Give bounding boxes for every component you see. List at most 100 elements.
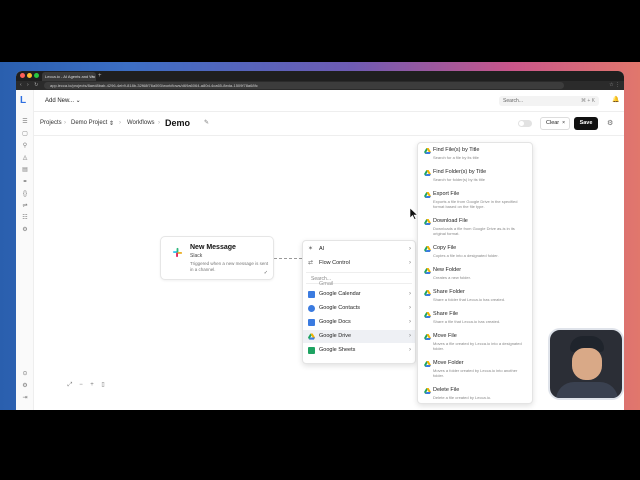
sidebar-settings-icon[interactable]: ⚙ bbox=[21, 226, 29, 234]
action-share-folder[interactable]: Share Folder Share a folder that Lecca.i… bbox=[418, 288, 532, 310]
action-description: Search for a file by its title bbox=[433, 155, 479, 160]
action-delete-file[interactable]: Delete File Delete a file created by Lec… bbox=[418, 386, 532, 403]
trigger-node[interactable]: New Message Slack Triggered when a new m… bbox=[160, 236, 274, 280]
workflow-active-toggle[interactable] bbox=[518, 120, 532, 127]
lock-icon[interactable]: ▯ bbox=[99, 381, 107, 389]
sidebar-workflows-icon[interactable]: ⇌ bbox=[21, 202, 29, 210]
browser-address-bar: ‹ › ↻ app.lecca.io/projects/8aed8bab-429… bbox=[16, 81, 624, 90]
action-move-file[interactable]: Move File Moves a file created by Lecca.… bbox=[418, 332, 532, 358]
gear-icon[interactable]: ⚙ bbox=[607, 119, 613, 127]
clear-label: Clear bbox=[546, 120, 560, 126]
action-copy-file[interactable]: Copy File Copies a file into a designate… bbox=[418, 244, 532, 266]
menu-item-google-calendar[interactable]: Google Calendar › bbox=[303, 288, 415, 301]
breadcrumb-separator: › bbox=[158, 120, 160, 126]
action-description: Search for folder(s) by its title bbox=[433, 177, 486, 182]
minimize-window-button[interactable] bbox=[27, 73, 32, 78]
action-title: Move File bbox=[433, 333, 457, 339]
app-logo[interactable]: L bbox=[20, 96, 30, 106]
menu-item-label: Gmail bbox=[319, 281, 334, 287]
sidebar-preferences-icon[interactable]: ⚙ bbox=[21, 382, 29, 390]
action-description: Moves a file created by Lecca.io into a … bbox=[433, 341, 522, 351]
top-bar: Add New... ⌄ Search... ⌘ + K 🔔 i bbox=[34, 90, 624, 112]
action-find-files[interactable]: Find File(s) by Title Search for a file … bbox=[418, 146, 532, 168]
action-title: Share File bbox=[433, 311, 459, 317]
sidebar-knowledge-icon[interactable]: ▤ bbox=[21, 166, 29, 174]
zoom-in-icon[interactable]: + bbox=[88, 381, 96, 389]
breadcrumb-projects[interactable]: Projects bbox=[40, 120, 62, 126]
menu-item-flow-control[interactable]: ⇄ Flow Control › bbox=[303, 257, 415, 270]
chevron-right-icon: › bbox=[409, 319, 411, 325]
save-button[interactable]: Save bbox=[574, 117, 598, 130]
action-export-file[interactable]: Export File Exports a file from Google D… bbox=[418, 190, 532, 216]
action-title: Share Folder bbox=[433, 289, 465, 295]
flow-icon: ⇄ bbox=[308, 260, 314, 266]
action-share-file[interactable]: Share File Share a file that Lecca.io ha… bbox=[418, 310, 532, 332]
menu-item-google-sheets[interactable]: Google Sheets › bbox=[303, 344, 415, 357]
bell-icon[interactable]: 🔔 bbox=[612, 96, 619, 103]
menu-item-label: Flow Control bbox=[319, 260, 350, 266]
breadcrumb-workflows[interactable]: Workflows bbox=[127, 120, 155, 126]
sidebar-projects-icon[interactable]: ▢ bbox=[21, 130, 29, 138]
google-contacts-icon bbox=[308, 305, 315, 312]
menu-item-google-docs[interactable]: Google Docs › bbox=[303, 316, 415, 329]
add-action-menu: ✶ AI › ⇄ Flow Control › Search... Gmail … bbox=[302, 240, 416, 364]
sidebar-executions-icon[interactable]: ☷ bbox=[21, 214, 29, 222]
browser-nav-buttons[interactable]: ‹ › ↻ bbox=[20, 82, 40, 88]
webcam-person-body bbox=[556, 382, 618, 398]
action-description: Moves a folder created by Lecca.io into … bbox=[433, 368, 518, 378]
google-drive-icon bbox=[424, 388, 431, 394]
sidebar-connections-icon[interactable]: ⚭ bbox=[21, 178, 29, 186]
app-main: L ☰ ▢ ⚲ ◬ ▤ ⚭ {} ⇌ ☷ ⚙ ⊙ ⚙ ⇥ Add New... … bbox=[16, 90, 624, 410]
search-placeholder: Search... bbox=[503, 98, 524, 104]
bottom-letterbox bbox=[0, 410, 640, 480]
action-title: Delete File bbox=[433, 387, 460, 393]
window-controls[interactable] bbox=[20, 73, 39, 78]
new-tab-button[interactable]: + bbox=[98, 72, 102, 80]
sidebar-help-icon[interactable]: ⊙ bbox=[21, 370, 29, 378]
menu-item-google-drive[interactable]: Google Drive › bbox=[303, 330, 415, 343]
action-description: Delete a file created by Lecca.io. bbox=[433, 395, 492, 400]
fit-view-icon[interactable]: ⤢ bbox=[66, 381, 74, 389]
sidebar-logout-icon[interactable]: ⇥ bbox=[21, 394, 29, 402]
webcam-person-face bbox=[572, 348, 602, 380]
top-letterbox bbox=[0, 0, 640, 62]
tab-close-icon[interactable]: × bbox=[92, 72, 94, 81]
menu-item-gmail[interactable]: Gmail bbox=[303, 281, 415, 287]
breadcrumb-separator: › bbox=[119, 120, 121, 126]
action-find-folders[interactable]: Find Folder(s) by Title Search for folde… bbox=[418, 168, 532, 190]
sidebar-agents-icon[interactable]: ◬ bbox=[21, 154, 29, 162]
pencil-icon[interactable]: ✎ bbox=[204, 119, 209, 126]
maximize-window-button[interactable] bbox=[34, 73, 39, 78]
action-move-folder[interactable]: Move Folder Moves a folder created by Le… bbox=[418, 359, 532, 385]
action-description: Copies a file into a designated folder. bbox=[433, 253, 499, 258]
action-new-folder[interactable]: New Folder Creates a new folder. bbox=[418, 266, 532, 288]
browser-tab[interactable]: Lecca.io - AI Agents and Wo × bbox=[42, 72, 96, 81]
menu-item-label: Google Contacts bbox=[319, 305, 360, 311]
menu-item-google-contacts[interactable]: Google Contacts › bbox=[303, 302, 415, 315]
browser-tab-bar: Lecca.io - AI Agents and Wo × + bbox=[16, 71, 624, 81]
sidebar-search-icon[interactable]: ⚲ bbox=[21, 142, 29, 150]
google-drive-icon bbox=[424, 290, 431, 296]
clear-button[interactable]: Clear × bbox=[540, 117, 570, 130]
zoom-out-icon[interactable]: − bbox=[77, 381, 85, 389]
node-description: Triggered when a new message is sent in … bbox=[190, 261, 269, 272]
breadcrumb-project[interactable]: Demo Project bbox=[71, 120, 107, 126]
menu-item-label: Google Calendar bbox=[319, 291, 361, 297]
action-description: Downloads a file from Google Drive as-is… bbox=[433, 226, 515, 236]
sidebar-variables-icon[interactable]: {} bbox=[21, 190, 29, 198]
action-title: Export File bbox=[433, 191, 460, 197]
action-title: Find Folder(s) by Title bbox=[433, 169, 487, 175]
action-download-file[interactable]: Download File Downloads a file from Goog… bbox=[418, 217, 532, 243]
url-field[interactable]: app.lecca.io/projects/8aed8bab-4296-4eb9… bbox=[44, 82, 564, 89]
sidebar-menu-icon[interactable]: ☰ bbox=[21, 118, 29, 126]
chevron-right-icon: › bbox=[409, 291, 411, 297]
menu-item-ai[interactable]: ✶ AI › bbox=[303, 243, 415, 256]
browser-menu-icons[interactable]: ☆ ⋮ bbox=[609, 82, 620, 88]
workflow-canvas[interactable]: New Message Slack Triggered when a new m… bbox=[34, 136, 624, 410]
google-drive-icon bbox=[424, 148, 431, 154]
close-window-button[interactable] bbox=[20, 73, 25, 78]
project-switch-icon[interactable]: ⇕ bbox=[109, 120, 114, 127]
add-new-button[interactable]: Add New... ⌄ bbox=[45, 97, 81, 104]
global-search-input[interactable]: Search... ⌘ + K bbox=[499, 96, 599, 106]
menu-item-label: Google Docs bbox=[319, 319, 351, 325]
